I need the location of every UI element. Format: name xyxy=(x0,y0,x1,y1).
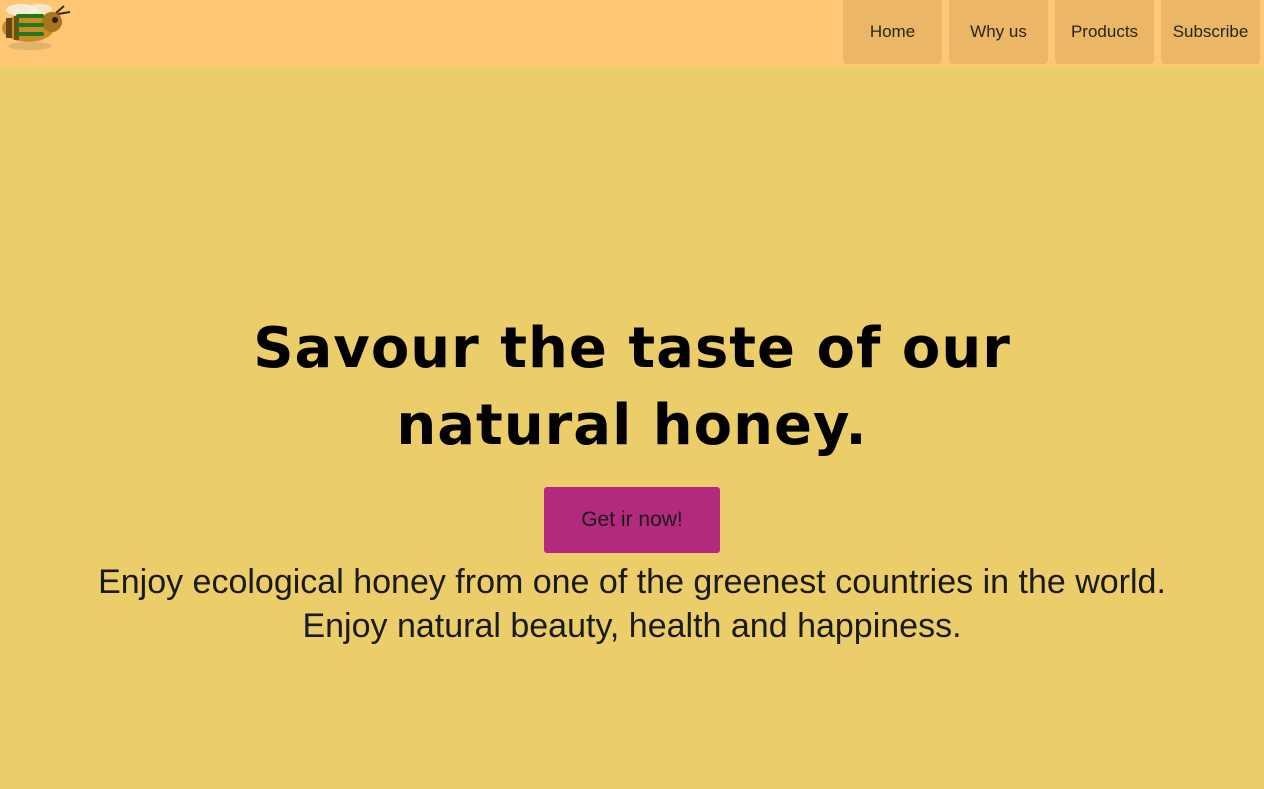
site-header: Home Why us Products Subscribe xyxy=(0,0,1264,66)
nav-subscribe[interactable]: Subscribe xyxy=(1161,0,1260,64)
hamburger-menu-icon[interactable] xyxy=(16,12,46,38)
main-nav: Home Why us Products Subscribe xyxy=(843,0,1260,64)
nav-why-us[interactable]: Why us xyxy=(949,0,1048,64)
nav-home[interactable]: Home xyxy=(843,0,942,64)
hero-tagline: Enjoy ecological honey from one of the g… xyxy=(98,563,1166,645)
nav-products[interactable]: Products xyxy=(1055,0,1154,64)
hero-section: Savour the taste of our natural honey. G… xyxy=(0,66,1264,789)
hero-title: Savour the taste of our natural honey. xyxy=(253,316,1011,458)
get-it-now-button[interactable]: Get ir now! xyxy=(544,487,720,553)
